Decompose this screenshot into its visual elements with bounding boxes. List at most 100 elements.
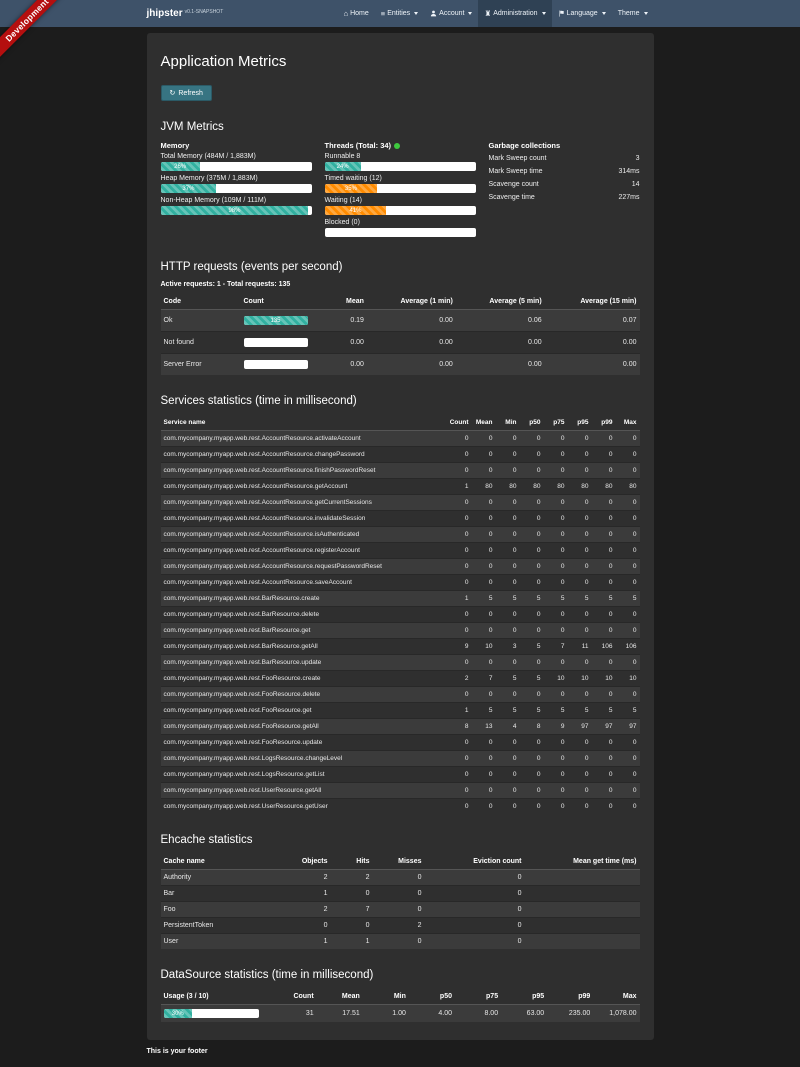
cell-service-name: com.mycompany.myapp.web.rest.UserResourc… <box>161 783 447 799</box>
memory-metric: Heap Memory (375M / 1,883M) 37% <box>161 175 312 193</box>
cell-max: 0 <box>616 767 640 783</box>
cell-p99: 0 <box>592 687 616 703</box>
metrics-panel: Application Metrics ↻ Refresh JVM Metric… <box>147 33 654 1040</box>
cell-count: 0 <box>447 559 472 575</box>
flag-icon <box>558 10 565 17</box>
services-statistics-heading: Services statistics (time in millisecond… <box>161 395 640 407</box>
cell-eviction-count: 0 <box>425 918 525 934</box>
service-row: com.mycompany.myapp.web.rest.BarResource… <box>161 655 640 671</box>
cell-p75: 9 <box>544 719 568 735</box>
nav-item-theme[interactable]: Theme <box>612 0 654 27</box>
cell-min: 0 <box>496 735 520 751</box>
thread-metric: Runnable 8 24% <box>325 153 476 171</box>
cell-mean: 5 <box>472 703 496 719</box>
cell-p50: 0 <box>520 447 544 463</box>
cell-mean: 0.00 <box>331 332 367 354</box>
nav-item-entities[interactable]: ≡ Entities <box>375 0 424 27</box>
memory-section: Memory Total Memory (484M / 1,883M) 26% … <box>161 141 312 241</box>
cell-p99: 235.00 <box>547 1005 593 1023</box>
page-title: Application Metrics <box>161 53 640 70</box>
service-row: com.mycompany.myapp.web.rest.BarResource… <box>161 623 640 639</box>
cell-avg15: 0.00 <box>545 354 640 376</box>
cell-mean: 80 <box>472 479 496 495</box>
service-row: com.mycompany.myapp.web.rest.LogsResourc… <box>161 767 640 783</box>
gc-row-label: Mark Sweep time <box>489 166 543 179</box>
col-header-max: Max <box>616 415 640 431</box>
col-header-min: Min <box>496 415 520 431</box>
thread-metric: Blocked (0) <box>325 219 476 237</box>
cell-cache-name: Bar <box>161 886 293 902</box>
cell-max: 0 <box>616 511 640 527</box>
col-header-cache-name: Cache name <box>161 854 293 870</box>
nav-item-language[interactable]: Language <box>552 0 612 27</box>
cell-p95: 0 <box>568 783 592 799</box>
cell-p99: 97 <box>592 719 616 735</box>
cell-min: 5 <box>496 703 520 719</box>
count-progress-bar: 135 <box>244 316 308 325</box>
cell-min: 5 <box>496 591 520 607</box>
cell-service-name: com.mycompany.myapp.web.rest.LogsResourc… <box>161 767 447 783</box>
cell-p50: 0 <box>520 735 544 751</box>
cell-avg1: 0.00 <box>367 310 456 332</box>
cell-service-name: com.mycompany.myapp.web.rest.AccountReso… <box>161 447 447 463</box>
cell-service-name: com.mycompany.myapp.web.rest.BarResource… <box>161 591 447 607</box>
col-header-count: Count <box>447 415 472 431</box>
cell-service-name: com.mycompany.myapp.web.rest.AccountReso… <box>161 463 447 479</box>
progress-bar-fill: 41% <box>325 206 387 215</box>
refresh-button[interactable]: ↻ Refresh <box>161 85 212 101</box>
navbar: jhipster v0.1-SNAPSHOT ⌂ Home ≡ Entities… <box>0 0 800 27</box>
cell-mean: 0 <box>472 767 496 783</box>
nav-item-account[interactable]: Account <box>424 0 478 27</box>
cell-service-name: com.mycompany.myapp.web.rest.AccountReso… <box>161 511 447 527</box>
service-row: com.mycompany.myapp.web.rest.AccountReso… <box>161 431 640 447</box>
cell-p95: 0 <box>568 463 592 479</box>
cell-p50: 0 <box>520 431 544 447</box>
threads-title-text: Threads (Total: 34) <box>325 141 392 150</box>
count-progress-fill: 135 <box>244 316 308 325</box>
cell-p95: 97 <box>568 719 592 735</box>
cell-min: 0 <box>496 527 520 543</box>
chevron-down-icon <box>644 12 648 15</box>
services-table-header-row: Service name Count Mean Min p50 p75 p95 … <box>161 415 640 431</box>
cache-row: Foo 2 7 0 0 <box>161 902 640 918</box>
refresh-button-label: Refresh <box>178 90 203 97</box>
gc-row-value: 3 <box>636 153 640 166</box>
cell-mean: 5 <box>472 591 496 607</box>
cell-p95: 0 <box>568 575 592 591</box>
cell-min: 0 <box>496 431 520 447</box>
cell-count-bar: 135 <box>241 310 331 332</box>
cell-max: 0 <box>616 559 640 575</box>
cell-p75: 5 <box>544 703 568 719</box>
cell-count: 1 <box>447 479 472 495</box>
cell-service-name: com.mycompany.myapp.web.rest.FooResource… <box>161 671 447 687</box>
nav-item-administration[interactable]: ♜ Administration <box>478 0 551 27</box>
cell-min: 0 <box>496 799 520 815</box>
nav-item-home[interactable]: ⌂ Home <box>338 0 375 27</box>
cell-p75: 0 <box>544 623 568 639</box>
cell-p99: 10 <box>592 671 616 687</box>
cell-min: 0 <box>496 783 520 799</box>
cell-p75: 0 <box>544 559 568 575</box>
cell-p50: 0 <box>520 575 544 591</box>
cell-p99: 0 <box>592 447 616 463</box>
cell-p99: 0 <box>592 575 616 591</box>
service-row: com.mycompany.myapp.web.rest.AccountReso… <box>161 559 640 575</box>
cell-p99: 0 <box>592 431 616 447</box>
cell-count: 31 <box>271 1005 317 1023</box>
cell-p95: 0 <box>568 543 592 559</box>
memory-bars: Total Memory (484M / 1,883M) 26% Heap Me… <box>161 153 312 215</box>
cell-min: 0 <box>496 767 520 783</box>
cell-misses: 0 <box>373 886 425 902</box>
threads-section-title: Threads (Total: 34) <box>325 141 476 150</box>
service-row: com.mycompany.myapp.web.rest.AccountReso… <box>161 463 640 479</box>
cell-mean: 0 <box>472 575 496 591</box>
refresh-icon: ↻ <box>170 89 176 97</box>
col-header-avg5: Average (5 min) <box>456 294 545 310</box>
cell-p75: 0 <box>544 783 568 799</box>
services-statistics-table: Service name Count Mean Min p50 p75 p95 … <box>161 415 640 814</box>
progress-bar: 24% <box>325 162 476 171</box>
brand-link[interactable]: jhipster v0.1-SNAPSHOT <box>147 0 224 27</box>
datasource-table-header-row: Usage (3 / 10) Count Mean Min p50 p75 p9… <box>161 989 640 1005</box>
cell-service-name: com.mycompany.myapp.web.rest.AccountReso… <box>161 575 447 591</box>
cell-count: 0 <box>447 799 472 815</box>
